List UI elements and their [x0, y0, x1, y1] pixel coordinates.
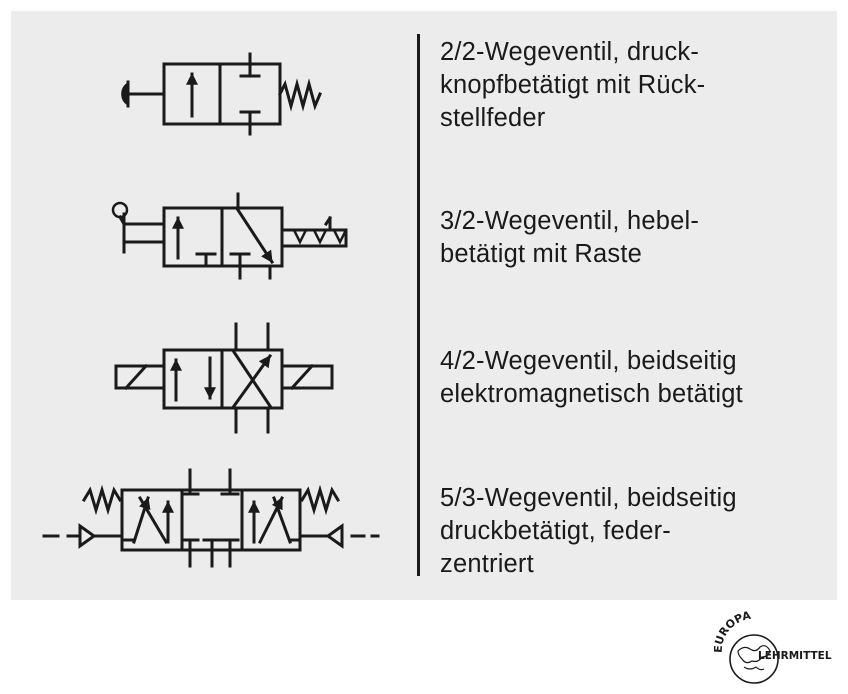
logo-side-text: LEHRMITTEL: [758, 650, 832, 662]
valve-description-4-2: 4/2-Wegeventil, beidseitig elektromagnet…: [440, 345, 743, 411]
europa-lehrmittel-logo: EUROPA LEHRMITTEL: [714, 609, 832, 684]
description-line: 4/2-Wegeventil, beidseitig: [440, 347, 737, 375]
valve-description-3-2: 3/2-Wegeventil, hebel- betätigt mit Rast…: [440, 205, 699, 271]
description-line: 2/2-Wegeventil, druck-: [440, 38, 700, 66]
valve-symbol-3-2-lever: [111, 192, 348, 280]
valve-description-5-3: 5/3-Wegeventil, beidseitig druckbetätigt…: [440, 482, 737, 581]
description-line: zentriert: [440, 550, 534, 578]
valve-symbol-4-2-solenoid: [114, 322, 334, 434]
description-line: 3/2-Wegeventil, hebel-: [440, 207, 700, 235]
description-line: 5/3-Wegeventil, beidseitig: [440, 484, 737, 512]
valve-symbol-5-3-pilot: [42, 468, 380, 568]
valve-description-2-2: 2/2-Wegeventil, druck- knopfbetätigt mit…: [440, 36, 705, 135]
description-line: druckbetätigt, feder-: [440, 517, 671, 545]
description-line: stellfeder: [440, 104, 546, 132]
valve-symbol-2-2-pushbutton: [121, 52, 322, 136]
description-line: betätigt mit Raste: [440, 240, 643, 268]
description-line: knopfbetätigt mit Rück-: [440, 71, 706, 99]
column-divider: [417, 34, 420, 576]
description-line: elektromagnetisch betätigt: [440, 380, 743, 408]
